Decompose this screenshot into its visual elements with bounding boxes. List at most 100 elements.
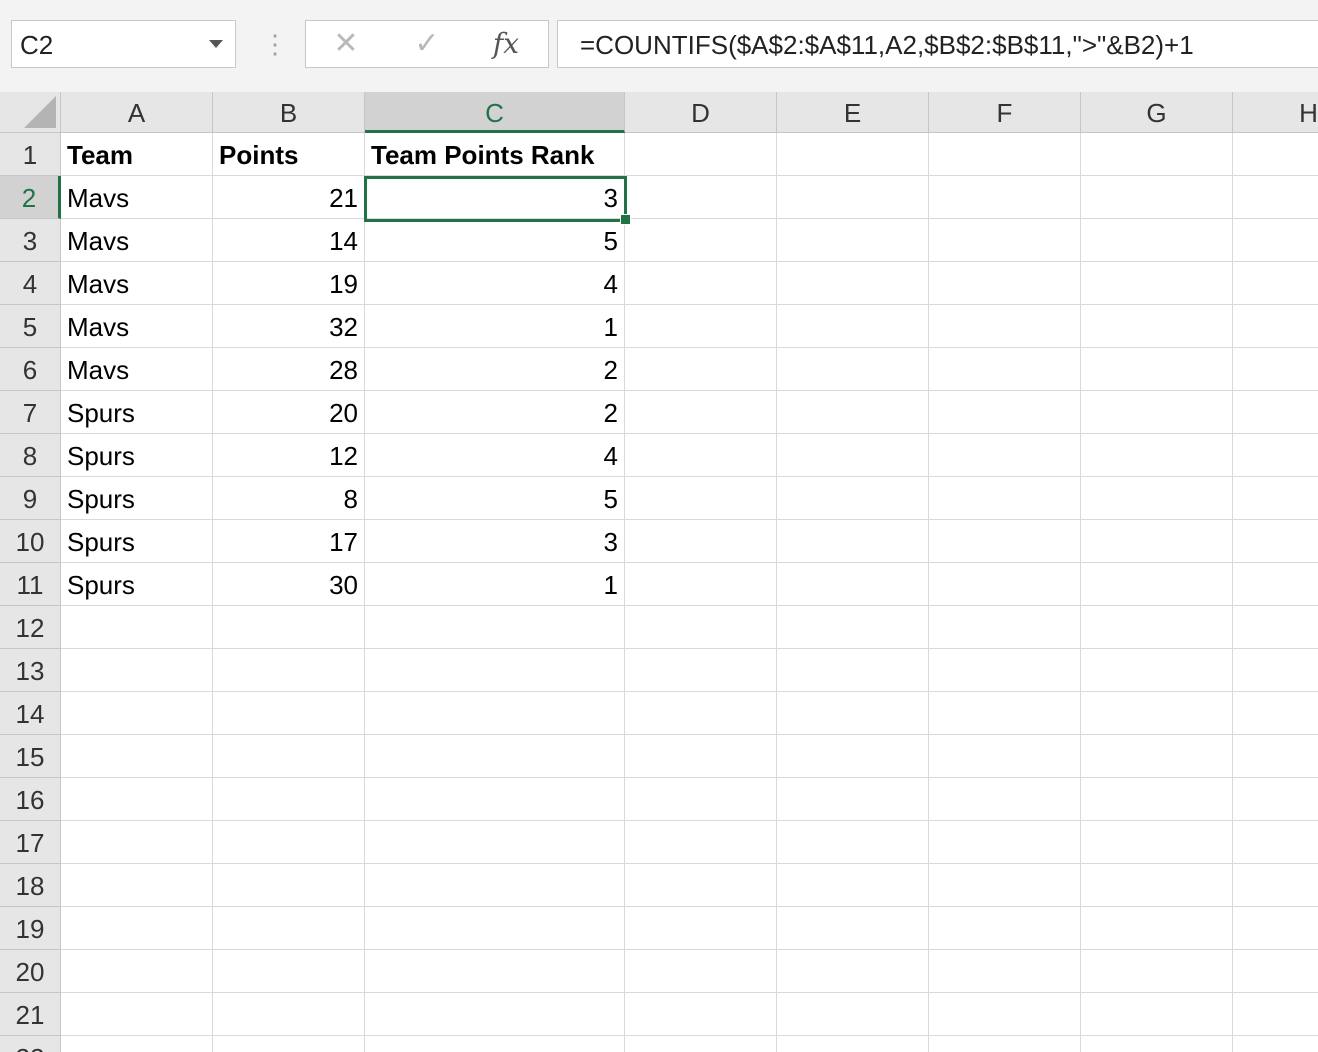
cell-f17[interactable] xyxy=(929,821,1081,864)
cell-c5[interactable]: 1 xyxy=(365,305,625,348)
cell-e19[interactable] xyxy=(777,907,929,950)
cell-g14[interactable] xyxy=(1081,692,1233,735)
cell-b5[interactable]: 32 xyxy=(213,305,365,348)
cell-h10[interactable] xyxy=(1233,520,1318,563)
cell-d4[interactable] xyxy=(625,262,777,305)
cell-g15[interactable] xyxy=(1081,735,1233,778)
cell-h22[interactable] xyxy=(1233,1036,1318,1052)
cell-f12[interactable] xyxy=(929,606,1081,649)
cell-a12[interactable] xyxy=(61,606,213,649)
cell-g19[interactable] xyxy=(1081,907,1233,950)
row-header-9[interactable]: 9 xyxy=(0,477,61,520)
cell-c13[interactable] xyxy=(365,649,625,692)
cell-a13[interactable] xyxy=(61,649,213,692)
cell-e7[interactable] xyxy=(777,391,929,434)
cell-h16[interactable] xyxy=(1233,778,1318,821)
cell-d11[interactable] xyxy=(625,563,777,606)
row-header-12[interactable]: 12 xyxy=(0,606,61,649)
cell-b2[interactable]: 21 xyxy=(213,176,365,219)
row-header-16[interactable]: 16 xyxy=(0,778,61,821)
cell-c1[interactable]: Team Points Rank xyxy=(365,133,625,176)
cell-g8[interactable] xyxy=(1081,434,1233,477)
cell-b10[interactable]: 17 xyxy=(213,520,365,563)
cell-a21[interactable] xyxy=(61,993,213,1036)
cell-d17[interactable] xyxy=(625,821,777,864)
cell-a16[interactable] xyxy=(61,778,213,821)
cell-g13[interactable] xyxy=(1081,649,1233,692)
cell-e4[interactable] xyxy=(777,262,929,305)
cell-f16[interactable] xyxy=(929,778,1081,821)
cell-c18[interactable] xyxy=(365,864,625,907)
cell-f19[interactable] xyxy=(929,907,1081,950)
cell-e20[interactable] xyxy=(777,950,929,993)
cell-h3[interactable] xyxy=(1233,219,1318,262)
cell-d10[interactable] xyxy=(625,520,777,563)
cell-g12[interactable] xyxy=(1081,606,1233,649)
cell-d6[interactable] xyxy=(625,348,777,391)
cell-e2[interactable] xyxy=(777,176,929,219)
cell-c2[interactable]: 3 xyxy=(365,176,625,219)
insert-function-icon[interactable]: fx xyxy=(486,27,526,61)
cell-c17[interactable] xyxy=(365,821,625,864)
cell-h7[interactable] xyxy=(1233,391,1318,434)
formula-input[interactable]: =COUNTIFS($A$2:$A$11,A2,$B$2:$B$11,">"&B… xyxy=(557,20,1318,68)
cell-h6[interactable] xyxy=(1233,348,1318,391)
cell-h17[interactable] xyxy=(1233,821,1318,864)
cell-f4[interactable] xyxy=(929,262,1081,305)
cell-g4[interactable] xyxy=(1081,262,1233,305)
cell-c6[interactable]: 2 xyxy=(365,348,625,391)
cell-d8[interactable] xyxy=(625,434,777,477)
cell-h20[interactable] xyxy=(1233,950,1318,993)
formula-text[interactable]: =COUNTIFS($A$2:$A$11,A2,$B$2:$B$11,">"&B… xyxy=(580,30,1194,61)
drag-handle-icon[interactable]: ⋮ xyxy=(262,28,288,60)
cell-b9[interactable]: 8 xyxy=(213,477,365,520)
cell-a14[interactable] xyxy=(61,692,213,735)
cell-f8[interactable] xyxy=(929,434,1081,477)
cell-c22[interactable] xyxy=(365,1036,625,1052)
cell-h13[interactable] xyxy=(1233,649,1318,692)
cell-a11[interactable]: Spurs xyxy=(61,563,213,606)
cell-g22[interactable] xyxy=(1081,1036,1233,1052)
row-header-17[interactable]: 17 xyxy=(0,821,61,864)
cancel-icon[interactable]: ✕ xyxy=(326,27,366,61)
cell-a2[interactable]: Mavs xyxy=(61,176,213,219)
cell-e17[interactable] xyxy=(777,821,929,864)
cell-g20[interactable] xyxy=(1081,950,1233,993)
cell-g16[interactable] xyxy=(1081,778,1233,821)
row-header-22[interactable]: 22 xyxy=(0,1036,61,1052)
cell-g17[interactable] xyxy=(1081,821,1233,864)
cell-h19[interactable] xyxy=(1233,907,1318,950)
cell-e6[interactable] xyxy=(777,348,929,391)
cell-c7[interactable]: 2 xyxy=(365,391,625,434)
row-header-2[interactable]: 2 xyxy=(0,176,61,219)
row-header-6[interactable]: 6 xyxy=(0,348,61,391)
cell-a5[interactable]: Mavs xyxy=(61,305,213,348)
cell-b12[interactable] xyxy=(213,606,365,649)
cell-h5[interactable] xyxy=(1233,305,1318,348)
cell-f20[interactable] xyxy=(929,950,1081,993)
cell-c8[interactable]: 4 xyxy=(365,434,625,477)
cell-g11[interactable] xyxy=(1081,563,1233,606)
column-header-f[interactable]: F xyxy=(929,92,1081,133)
cell-d5[interactable] xyxy=(625,305,777,348)
row-header-4[interactable]: 4 xyxy=(0,262,61,305)
cell-g6[interactable] xyxy=(1081,348,1233,391)
cell-b17[interactable] xyxy=(213,821,365,864)
cell-d19[interactable] xyxy=(625,907,777,950)
cell-h1[interactable] xyxy=(1233,133,1318,176)
cell-h9[interactable] xyxy=(1233,477,1318,520)
column-header-g[interactable]: G xyxy=(1081,92,1233,133)
column-header-d[interactable]: D xyxy=(625,92,777,133)
cell-h11[interactable] xyxy=(1233,563,1318,606)
cell-a1[interactable]: Team xyxy=(61,133,213,176)
cell-b21[interactable] xyxy=(213,993,365,1036)
cell-a10[interactable]: Spurs xyxy=(61,520,213,563)
cell-c9[interactable]: 5 xyxy=(365,477,625,520)
cell-f3[interactable] xyxy=(929,219,1081,262)
cell-f10[interactable] xyxy=(929,520,1081,563)
cell-b7[interactable]: 20 xyxy=(213,391,365,434)
row-header-7[interactable]: 7 xyxy=(0,391,61,434)
name-box-value[interactable]: C2 xyxy=(20,30,53,61)
row-header-21[interactable]: 21 xyxy=(0,993,61,1036)
cell-d7[interactable] xyxy=(625,391,777,434)
